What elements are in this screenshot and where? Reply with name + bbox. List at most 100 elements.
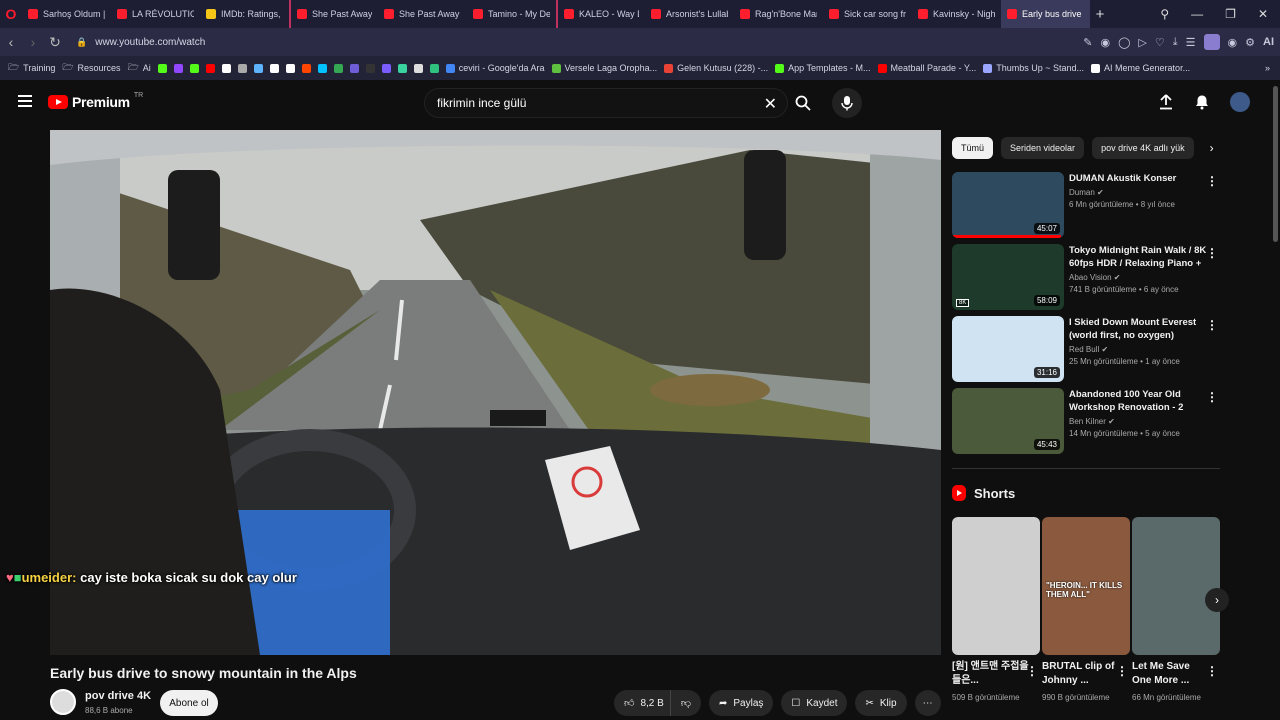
- browser-tab[interactable]: She Past Away - Du: [378, 0, 467, 28]
- browser-tab[interactable]: KALEO - Way Down: [556, 0, 645, 28]
- bookmark-item[interactable]: Meatball Parade - Y...: [877, 63, 976, 73]
- chip-series[interactable]: Seriden videolar: [1001, 137, 1085, 159]
- bookmark-item[interactable]: Versele Laga Oropha...: [551, 63, 657, 73]
- bookmark-site-icon[interactable]: [205, 63, 215, 73]
- search-input[interactable]: fikrimin ince gülü ✕: [424, 88, 788, 118]
- voice-search-button[interactable]: [832, 88, 862, 118]
- video-title[interactable]: Abandoned 100 Year Old Workshop Renovati…: [1069, 388, 1209, 414]
- browser-tab[interactable]: Arsonist's Lullaby (: [645, 0, 734, 28]
- camera-icon[interactable]: ◉: [1101, 36, 1111, 49]
- opera-logo-icon[interactable]: O: [0, 0, 22, 28]
- video-thumbnail[interactable]: 45:43: [952, 388, 1064, 454]
- video-thumbnail[interactable]: 8K 58:09: [952, 244, 1064, 310]
- recommended-video[interactable]: 8K 58:09 Tokyo Midnight Rain Walk / 8K 60f…: [952, 244, 1222, 310]
- share-button[interactable]: ➦ Paylaş: [708, 690, 774, 716]
- settings-icon[interactable]: ⚙: [1245, 36, 1255, 49]
- account-avatar[interactable]: [1230, 92, 1250, 112]
- search-tabs-icon[interactable]: ⚲: [1160, 7, 1169, 21]
- recommended-video[interactable]: 31:16 I Skied Down Mount Everest (world f…: [952, 316, 1222, 382]
- clear-search-icon[interactable]: ✕: [764, 94, 777, 114]
- search-button[interactable]: [788, 88, 818, 118]
- save-button[interactable]: ☐ Kaydet: [781, 690, 848, 716]
- play-icon[interactable]: ▷: [1138, 36, 1146, 49]
- browser-tab[interactable]: LA RÉVOLUTION FR: [111, 0, 200, 28]
- short-thumbnail[interactable]: [1132, 517, 1220, 655]
- short-title[interactable]: Let Me Save One More ...: [1132, 660, 1212, 688]
- shield-icon[interactable]: ◯: [1118, 36, 1130, 49]
- channel-name[interactable]: Red Bull ✔: [1069, 345, 1209, 354]
- bookmark-item[interactable]: Gelen Kutusu (228) -...: [664, 63, 768, 73]
- more-vertical-icon[interactable]: ⋮: [1206, 318, 1218, 332]
- browser-tab[interactable]: She Past Away - Ka: [289, 0, 378, 28]
- chip-all[interactable]: Tümü: [952, 137, 994, 159]
- more-vertical-icon[interactable]: ⋮: [1206, 174, 1218, 188]
- bookmark-site-icon[interactable]: [157, 63, 167, 73]
- bookmark-site-icon[interactable]: [381, 63, 391, 73]
- upload-icon[interactable]: [1158, 94, 1174, 110]
- recommended-video[interactable]: 45:43 Abandoned 100 Year Old Workshop Ren…: [952, 388, 1222, 454]
- chip-channel[interactable]: pov drive 4K adlı yük: [1092, 137, 1194, 159]
- shorts-next-chevron-icon[interactable]: ›: [1205, 588, 1229, 612]
- bookmark-site-icon[interactable]: [269, 63, 279, 73]
- bookmark-site-icon[interactable]: [317, 63, 327, 73]
- browser-tab[interactable]: Rag'n'Bone Man - I: [734, 0, 823, 28]
- short-more-vertical-icon[interactable]: ⋮: [1206, 664, 1218, 678]
- youtube-logo[interactable]: Premium TR: [48, 92, 143, 110]
- bookmark-item[interactable]: App Templates - M...: [775, 63, 871, 73]
- clip-button[interactable]: ✂ Klip: [855, 690, 907, 716]
- channel-name[interactable]: Duman ✔: [1069, 188, 1209, 197]
- bookmark-site-icon[interactable]: [365, 63, 375, 73]
- short-more-vertical-icon[interactable]: ⋮: [1026, 664, 1038, 678]
- close-icon[interactable]: ✕: [1258, 7, 1268, 21]
- short-thumbnail[interactable]: [952, 517, 1040, 655]
- bookmark-site-icon[interactable]: [397, 63, 407, 73]
- bookmark-item[interactable]: AI Meme Generator...: [1091, 63, 1190, 73]
- browser-tab[interactable]: Kavinsky - Nightcal: [912, 0, 1001, 28]
- bookmark-site-icon[interactable]: [237, 63, 247, 73]
- channel-name[interactable]: Abao Vision ✔: [1069, 273, 1209, 282]
- recommended-video[interactable]: 45:07 DUMAN Akustik Konser Duman ✔ 6 Mn gör…: [952, 172, 1222, 238]
- channel-avatar[interactable]: [50, 689, 76, 715]
- short-more-vertical-icon[interactable]: ⋮: [1116, 664, 1128, 678]
- bookmark-site-icon[interactable]: [173, 63, 183, 73]
- video-title[interactable]: DUMAN Akustik Konser: [1069, 172, 1209, 185]
- more-vertical-icon[interactable]: ⋮: [1206, 246, 1218, 260]
- bookmarks-overflow-icon[interactable]: »: [1265, 63, 1280, 73]
- new-tab-plus-icon[interactable]: +: [1090, 6, 1110, 23]
- bookmark-folder[interactable]: 🗁︎ Ai: [128, 60, 151, 76]
- browser-tab[interactable]: Sick car song from: [823, 0, 912, 28]
- more-actions-button[interactable]: ⋯: [914, 690, 941, 716]
- profile-avatar-icon[interactable]: [1203, 34, 1220, 50]
- browser-tab[interactable]: Tamino - My Dears: [467, 0, 556, 28]
- video-thumbnail[interactable]: 45:07: [952, 172, 1064, 238]
- bookmark-item[interactable]: ceviri - Google'da Ara: [445, 63, 545, 73]
- maximize-icon[interactable]: ❐: [1225, 7, 1236, 21]
- heart-icon[interactable]: ♡: [1155, 36, 1165, 49]
- reload-icon[interactable]: ↻: [44, 34, 66, 51]
- page-scrollbar[interactable]: [1273, 86, 1278, 242]
- short-title[interactable]: BRUTAL clip of Johnny ...: [1042, 660, 1122, 688]
- notifications-bell-icon[interactable]: [1194, 94, 1210, 110]
- bookmark-folder[interactable]: 🗁︎ Resources: [62, 60, 120, 76]
- video-thumbnail[interactable]: 31:16: [952, 316, 1064, 382]
- minimize-icon[interactable]: —: [1191, 7, 1203, 21]
- url-field[interactable]: 🔒 www.youtube.com/watch: [76, 37, 205, 48]
- bookmark-site-icon[interactable]: [285, 63, 295, 73]
- bookmark-site-icon[interactable]: [429, 63, 439, 73]
- bookmark-item[interactable]: Thumbs Up ~ Stand...: [983, 63, 1084, 73]
- subscribe-button[interactable]: Abone ol: [160, 690, 218, 716]
- video-title[interactable]: Tokyo Midnight Rain Walk / 8K 60fps HDR …: [1069, 244, 1209, 270]
- hamburger-menu-icon[interactable]: [18, 95, 32, 107]
- short-title[interactable]: [원] 앤트맨 주접을 들은...: [952, 660, 1032, 688]
- bookmark-site-icon[interactable]: [301, 63, 311, 73]
- browser-tab[interactable]: Sarhoş Oldum | Tol: [22, 0, 111, 28]
- bookmark-folder[interactable]: 🗁︎ Training: [8, 60, 55, 76]
- bookmark-site-icon[interactable]: [333, 63, 343, 73]
- ai-icon[interactable]: AI: [1263, 36, 1274, 48]
- extension-icon[interactable]: ◉: [1228, 36, 1238, 49]
- bookmark-site-icon[interactable]: [189, 63, 199, 73]
- browser-tab[interactable]: IMDb: Ratings, Revi: [200, 0, 289, 28]
- more-vertical-icon[interactable]: ⋮: [1206, 390, 1218, 404]
- bookmark-site-icon[interactable]: [253, 63, 263, 73]
- dislike-button[interactable]: 👎︎: [669, 690, 701, 716]
